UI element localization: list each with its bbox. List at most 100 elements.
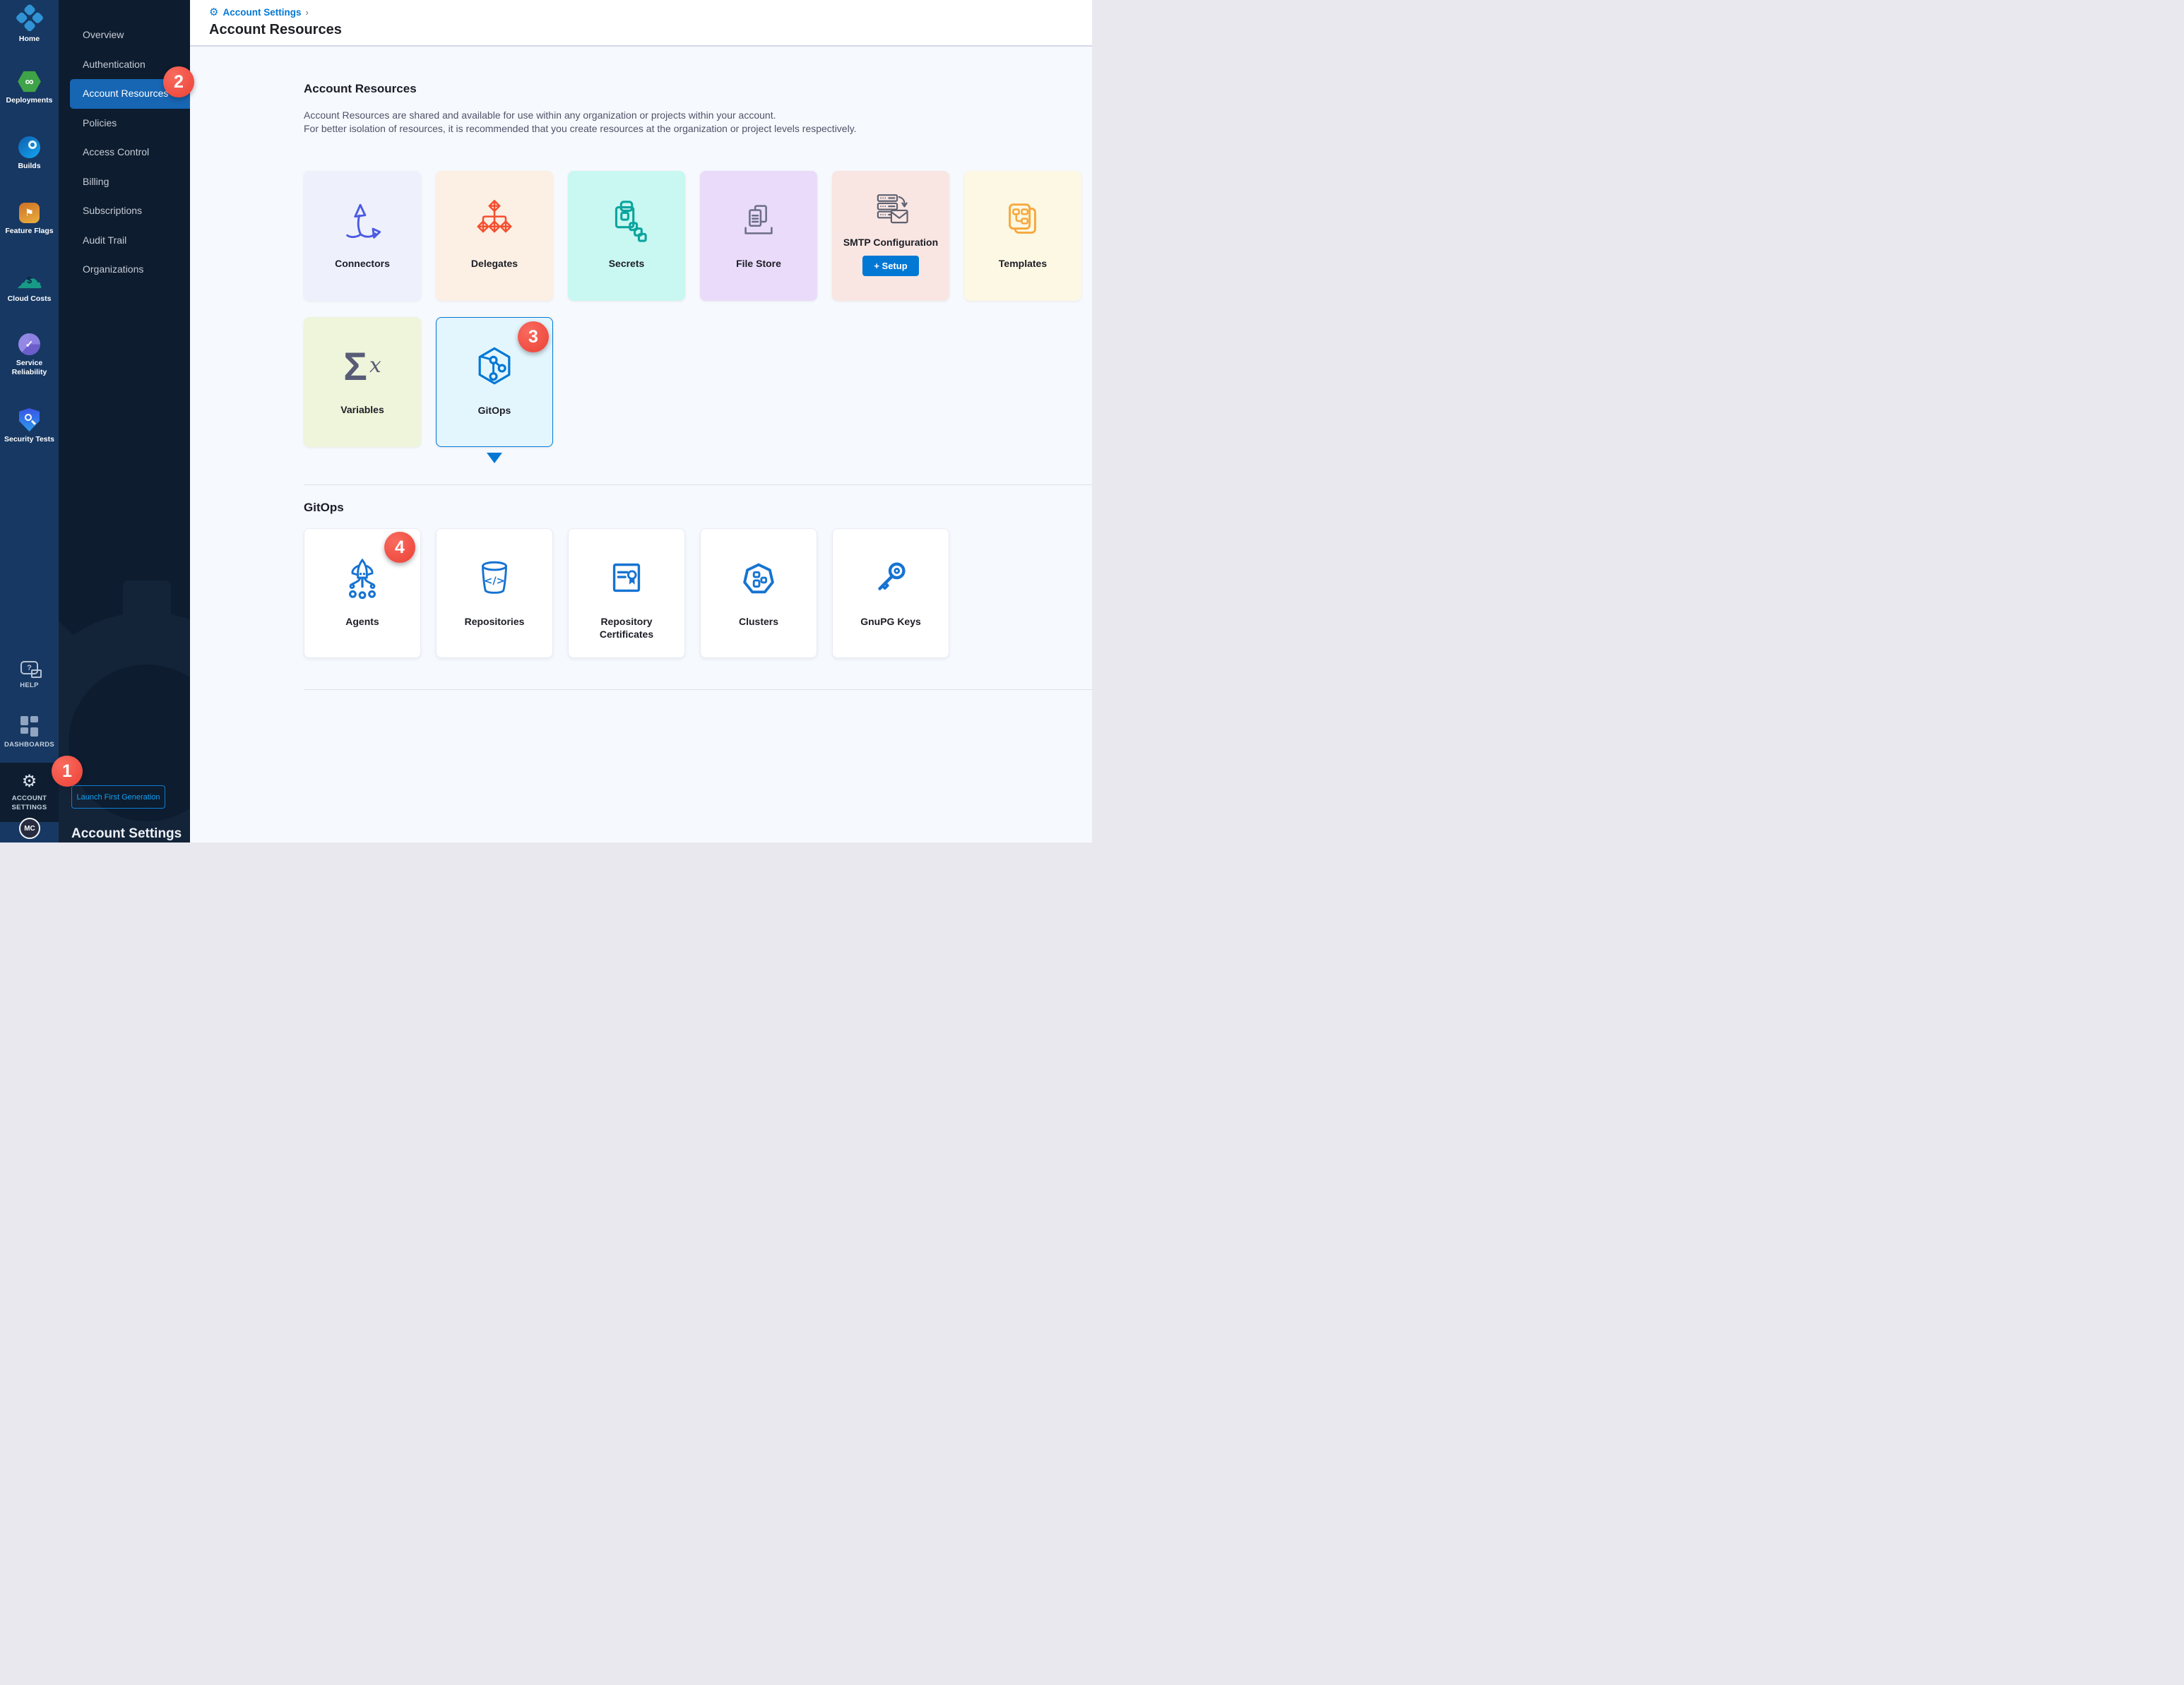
rail-item-help[interactable]: ? HELP (0, 661, 59, 690)
sidenav-footer-title: Account Settings (71, 826, 182, 842)
gitops-section-title: GitOps (304, 501, 344, 515)
rail-item-account-settings[interactable]: ⚙ ACCOUNT SETTINGS (0, 763, 59, 822)
card-label: File Store (729, 257, 788, 270)
card-label: Clusters (732, 615, 785, 628)
rail-item-security-tests[interactable]: Security Tests (0, 408, 59, 444)
builds-icon (18, 136, 40, 158)
rail-item-label: Deployments (6, 96, 53, 105)
rail-item-feature-flags[interactable]: ⚑ Feature Flags (0, 203, 59, 236)
card-delegates[interactable]: Delegates (436, 171, 553, 301)
description-line: For better isolation of resources, it is… (304, 122, 857, 136)
card-label: SMTP Configuration (836, 236, 945, 249)
card-label: Secrets (602, 257, 652, 270)
rail-item-label: Builds (18, 162, 40, 171)
rail-item-label: HELP (20, 681, 39, 690)
annotation-step-badge: 3 (518, 321, 549, 352)
breadcrumb-gear-icon: ⚙ (209, 7, 218, 18)
rail-item-service-reliability[interactable]: ✓ Service Reliability (0, 333, 59, 377)
menu-item-subscriptions[interactable]: Subscriptions (59, 196, 190, 226)
rail-item-label: Home (19, 35, 40, 44)
annotation-step-badge: 1 (52, 756, 83, 787)
menu-item-policies[interactable]: Policies (59, 109, 190, 138)
deployments-icon: ∞ (18, 71, 42, 93)
rail-item-home[interactable]: Home (0, 6, 59, 44)
secrets-icon (605, 198, 648, 243)
menu-item-audit-trail[interactable]: Audit Trail (59, 226, 190, 256)
section-title: Account Resources (304, 82, 417, 96)
breadcrumb-account-settings-link[interactable]: Account Settings (222, 7, 301, 18)
delegates-icon (473, 198, 516, 243)
breadcrumb: ⚙ Account Settings › (209, 6, 1092, 18)
card-label: GitOps (471, 404, 518, 417)
user-avatar[interactable]: MC (19, 818, 40, 839)
card-connectors[interactable]: Connectors (304, 171, 421, 301)
menu-item-organizations[interactable]: Organizations (59, 255, 190, 285)
home-icon (14, 4, 44, 33)
section-description: Account Resources are shared and availab… (304, 109, 857, 136)
smtp-setup-button[interactable]: + Setup (862, 256, 918, 276)
rail-item-label: ACCOUNT SETTINGS (4, 794, 55, 812)
file-store-icon (737, 198, 781, 243)
card-gnupg-keys[interactable]: GnuPG Keys (832, 528, 949, 658)
annotation-step-badge: 4 (384, 532, 415, 563)
card-repositories[interactable]: </> Repositories (436, 528, 553, 658)
clusters-icon (737, 556, 781, 601)
card-secrets[interactable]: Secrets (568, 171, 685, 301)
card-clusters[interactable]: Clusters (700, 528, 817, 658)
gitops-icon (473, 345, 516, 390)
repositories-bucket-icon: </> (473, 556, 516, 601)
templates-icon (1001, 198, 1045, 243)
card-label: Connectors (328, 257, 397, 270)
dashboards-icon (20, 716, 38, 737)
harness-account-settings-page: Home ∞ Deployments Builds ⚑ Feature Flag… (0, 0, 1092, 842)
variables-sigma-icon: Σx (343, 344, 381, 389)
card-smtp-configuration[interactable]: SMTP Configuration + Setup (832, 171, 949, 301)
rail-item-label: Feature Flags (5, 227, 53, 236)
agents-squid-icon (340, 556, 384, 601)
settings-menu: Overview Authentication Account Resource… (59, 0, 190, 285)
card-label: Variables (333, 403, 391, 416)
card-templates[interactable]: Templates (964, 171, 1081, 301)
rail-item-cloud-costs[interactable]: ☁$ Cloud Costs (0, 269, 59, 304)
card-file-store[interactable]: File Store (700, 171, 817, 301)
resource-cards-row-2: Σx Variables (304, 317, 553, 447)
menu-item-overview[interactable]: Overview (59, 20, 190, 50)
resource-cards-row-1: Connectors Delegates (304, 171, 1081, 301)
security-tests-icon (19, 408, 40, 431)
rail-item-label: DASHBOARDS (4, 740, 54, 749)
rail-item-dashboards[interactable]: DASHBOARDS (0, 716, 59, 749)
main-area: ⚙ Account Settings › Account Resources A… (190, 0, 1092, 842)
help-icon: ? (20, 661, 38, 674)
divider (304, 484, 1092, 485)
menu-item-access-control[interactable]: Access Control (59, 138, 190, 167)
rail-item-deployments[interactable]: ∞ Deployments (0, 71, 59, 105)
module-rail: Home ∞ Deployments Builds ⚑ Feature Flag… (0, 0, 59, 842)
annotation-step-badge: 2 (163, 66, 194, 97)
launch-first-generation-button[interactable]: Launch First Generation (71, 785, 165, 809)
card-label: Repositories (458, 615, 532, 628)
repository-certificates-icon (605, 556, 648, 601)
page-header: ⚙ Account Settings › Account Resources (190, 0, 1092, 47)
connectors-icon (340, 198, 384, 243)
gear-icon: ⚙ (22, 773, 37, 791)
rail-item-label: Service Reliability (4, 359, 55, 377)
card-label: Delegates (464, 257, 525, 270)
feature-flags-icon: ⚑ (19, 203, 40, 223)
selection-pointer-triangle-icon (487, 453, 502, 463)
smtp-configuration-icon (870, 189, 911, 230)
gnupg-key-icon (869, 556, 913, 601)
svg-text:</>: </> (484, 576, 505, 587)
card-variables[interactable]: Σx Variables (304, 317, 421, 447)
card-label: Agents (338, 615, 386, 628)
settings-sidenav: Overview Authentication Account Resource… (59, 0, 190, 842)
divider (304, 689, 1092, 690)
cloud-costs-icon: ☁$ (15, 269, 44, 291)
rail-item-builds[interactable]: Builds (0, 136, 59, 171)
card-label: Repository Certificates (569, 615, 684, 641)
menu-item-billing[interactable]: Billing (59, 167, 190, 197)
account-resources-content: Account Resources Account Resources are … (190, 47, 1092, 841)
card-label: GnuPG Keys (853, 615, 928, 628)
description-line: Account Resources are shared and availab… (304, 109, 857, 122)
rail-item-label: Security Tests (4, 435, 54, 444)
card-repository-certificates[interactable]: Repository Certificates (568, 528, 685, 658)
